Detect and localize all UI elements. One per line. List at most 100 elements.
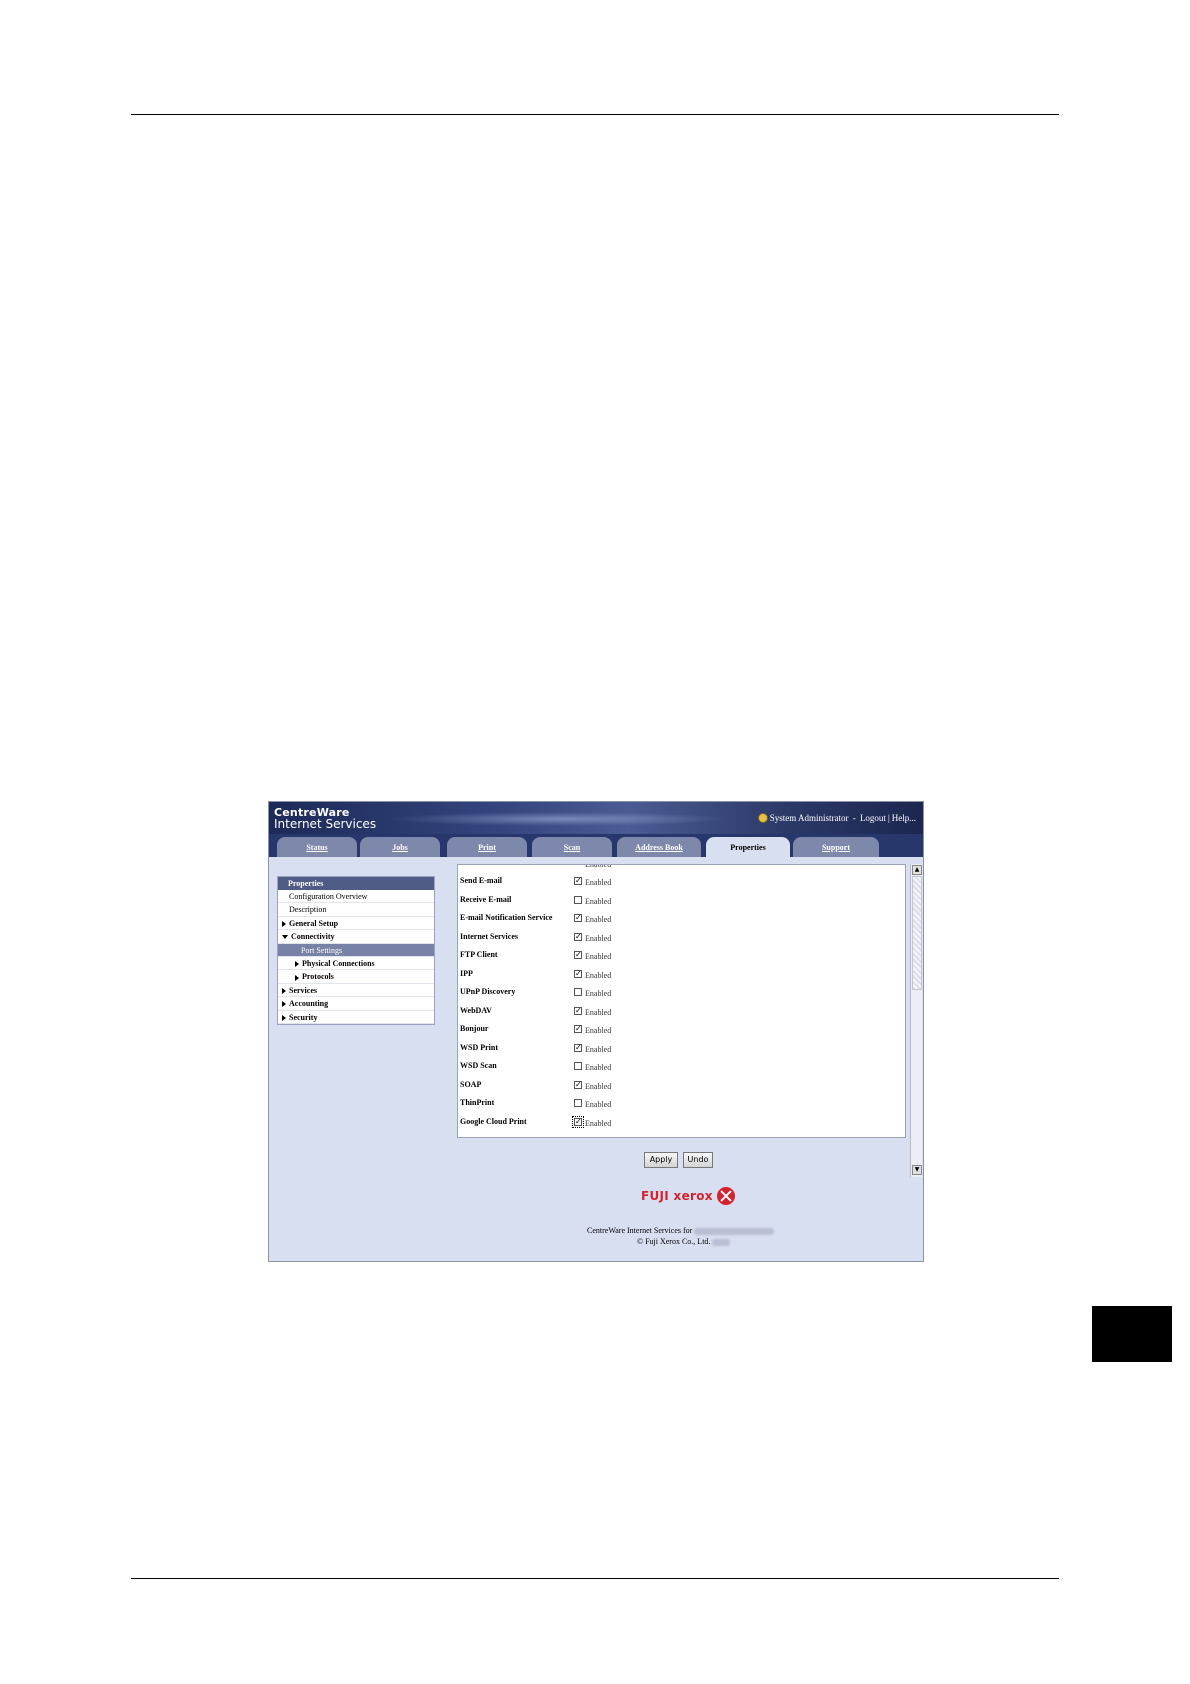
port-label: WebDAV: [460, 1005, 492, 1015]
enabled-checkbox[interactable]: [574, 895, 582, 904]
port-row: Bonjour ✓ Enabled: [458, 1021, 905, 1039]
properties-nav: Properties Configuration Overview Descri…: [277, 876, 435, 1025]
tab-status[interactable]: Status: [277, 837, 357, 857]
enabled-checkbox[interactable]: ✓: [574, 932, 582, 941]
chapter-tab: [1092, 1306, 1172, 1362]
tab-bar: Status Jobs Print Scan Address Book Prop…: [269, 834, 923, 857]
port-label: Bonjour: [460, 1024, 489, 1033]
enabled-checkbox[interactable]: ✓: [574, 951, 582, 959]
enabled-checkbox[interactable]: [574, 1062, 582, 1070]
enabled-checkbox[interactable]: ✓: [574, 969, 582, 978]
tab-properties[interactable]: Properties: [706, 837, 790, 857]
nav-item-port-settings[interactable]: Port Settings: [278, 943, 434, 957]
vertical-scrollbar[interactable]: ▲ ▼: [910, 864, 922, 1177]
tab-address-book[interactable]: Address Book: [617, 837, 701, 857]
enabled-label: Enabled: [585, 989, 612, 998]
redacted-year: [712, 1238, 731, 1246]
nav-item-services[interactable]: Services: [278, 984, 434, 998]
enabled-label: Enabled: [585, 1007, 612, 1017]
nav-label: Physical Connections: [302, 958, 375, 968]
port-label: E-mail Notification Service: [460, 913, 553, 922]
scroll-thumb[interactable]: [912, 876, 922, 990]
user-area: System Administrator - Logout | Help...: [757, 813, 916, 823]
brand-line-2: Internet Services: [274, 817, 377, 831]
enabled-label: Enabled: [585, 970, 612, 980]
enabled-label: Enabled: [585, 1081, 612, 1091]
tab-jobs[interactable]: Jobs: [360, 837, 440, 857]
nav-label: Protocols: [302, 972, 334, 982]
nav-label: General Setup: [289, 918, 339, 928]
port-row: WebDAV ✓ Enabled: [458, 1003, 905, 1021]
enabled-checkbox[interactable]: ✓: [574, 1006, 582, 1015]
enabled-checkbox[interactable]: ✓: [572, 1115, 584, 1128]
nav-label: Accounting: [289, 999, 329, 1009]
port-row: Receive E-mail Enabled: [458, 892, 905, 910]
redacted-model-name: [694, 1227, 775, 1235]
scroll-up-icon[interactable]: ▲: [912, 865, 922, 875]
logout-link[interactable]: Logout: [860, 813, 886, 823]
port-label: Send E-mail: [460, 876, 503, 885]
expand-icon: [282, 987, 286, 994]
app-banner: CentreWare Internet Services System Admi…: [269, 802, 923, 834]
nav-item-physical-connections[interactable]: Physical Connections: [278, 957, 434, 971]
port-row: WSD Scan Enabled: [458, 1058, 905, 1076]
enabled-checkbox[interactable]: ✓: [574, 914, 582, 922]
port-settings-panel: Enabled Send E-mail ✓ Enabled Receive E-mai…: [457, 864, 906, 1138]
enabled-checkbox[interactable]: ✓: [574, 1025, 582, 1033]
enabled-label: Enabled: [585, 952, 612, 961]
expand-icon: [282, 1014, 286, 1021]
footer-rule: [131, 1578, 1059, 1579]
expand-icon: [295, 961, 299, 968]
port-row: FTP Client ✓ Enabled: [458, 947, 905, 965]
banner-decoration: [389, 812, 729, 826]
tab-support[interactable]: Support: [793, 837, 879, 857]
enabled-label: Enabled: [585, 878, 612, 887]
nav-item-accounting[interactable]: Accounting: [278, 997, 434, 1011]
nav-item-connectivity[interactable]: Connectivity: [278, 930, 434, 944]
port-row: E-mail Notification Service ✓ Enabled: [458, 910, 905, 928]
nav-item-configuration-overview[interactable]: Configuration Overview: [278, 890, 434, 904]
apply-button[interactable]: Apply: [644, 1152, 678, 1168]
enabled-label: Enabled: [585, 1063, 612, 1072]
enabled-label: Enabled: [585, 915, 612, 924]
partial-enabled-label: Enabled: [585, 864, 612, 869]
enabled-label: Enabled: [585, 1100, 612, 1109]
port-row: UPnP Discovery Enabled: [458, 984, 905, 1002]
logo-text: FUJI xerox: [641, 1189, 713, 1203]
footer-line-1: CentreWare Internet Services for: [587, 1226, 775, 1235]
enabled-checkbox[interactable]: [574, 988, 582, 996]
port-label: Internet Services: [460, 931, 518, 941]
enabled-checkbox[interactable]: ✓: [574, 1080, 582, 1089]
tab-scan[interactable]: Scan: [532, 837, 612, 857]
footer-text: CentreWare Internet Services for: [587, 1226, 693, 1235]
header-rule: [131, 114, 1059, 115]
nav-label: Security: [289, 1012, 318, 1022]
enabled-checkbox[interactable]: ✓: [574, 877, 582, 885]
enabled-label: Enabled: [585, 933, 612, 943]
enabled-checkbox[interactable]: [574, 1099, 582, 1107]
enabled-label: Enabled: [585, 1044, 612, 1054]
enabled-label: Enabled: [585, 1118, 612, 1128]
screenshot-window: CentreWare Internet Services System Admi…: [268, 801, 924, 1262]
scroll-down-icon[interactable]: ▼: [912, 1165, 922, 1175]
fuji-xerox-logo: FUJI xerox: [641, 1187, 735, 1205]
footer-line-2: © Fuji Xerox Co., Ltd.: [637, 1237, 731, 1246]
port-label: WSD Scan: [460, 1061, 497, 1070]
expand-icon: [295, 974, 299, 981]
enabled-checkbox[interactable]: ✓: [574, 1043, 582, 1052]
undo-button[interactable]: Undo: [683, 1152, 713, 1168]
separator: |: [887, 813, 890, 823]
collapse-icon: [282, 935, 288, 940]
port-label: SOAP: [460, 1079, 482, 1089]
port-label: FTP Client: [460, 950, 498, 959]
help-link[interactable]: Help...: [892, 813, 916, 823]
nav-item-description[interactable]: Description: [278, 903, 434, 917]
nav-item-security[interactable]: Security: [278, 1011, 434, 1024]
port-row: SOAP ✓ Enabled: [458, 1077, 905, 1095]
nav-item-protocols[interactable]: Protocols: [278, 970, 434, 984]
nav-item-general-setup[interactable]: General Setup: [278, 917, 434, 931]
port-label: WSD Print: [460, 1042, 498, 1052]
port-row: WSD Print ✓ Enabled: [458, 1040, 905, 1058]
tab-print[interactable]: Print: [447, 837, 527, 857]
port-row: Send E-mail ✓ Enabled: [458, 873, 905, 891]
